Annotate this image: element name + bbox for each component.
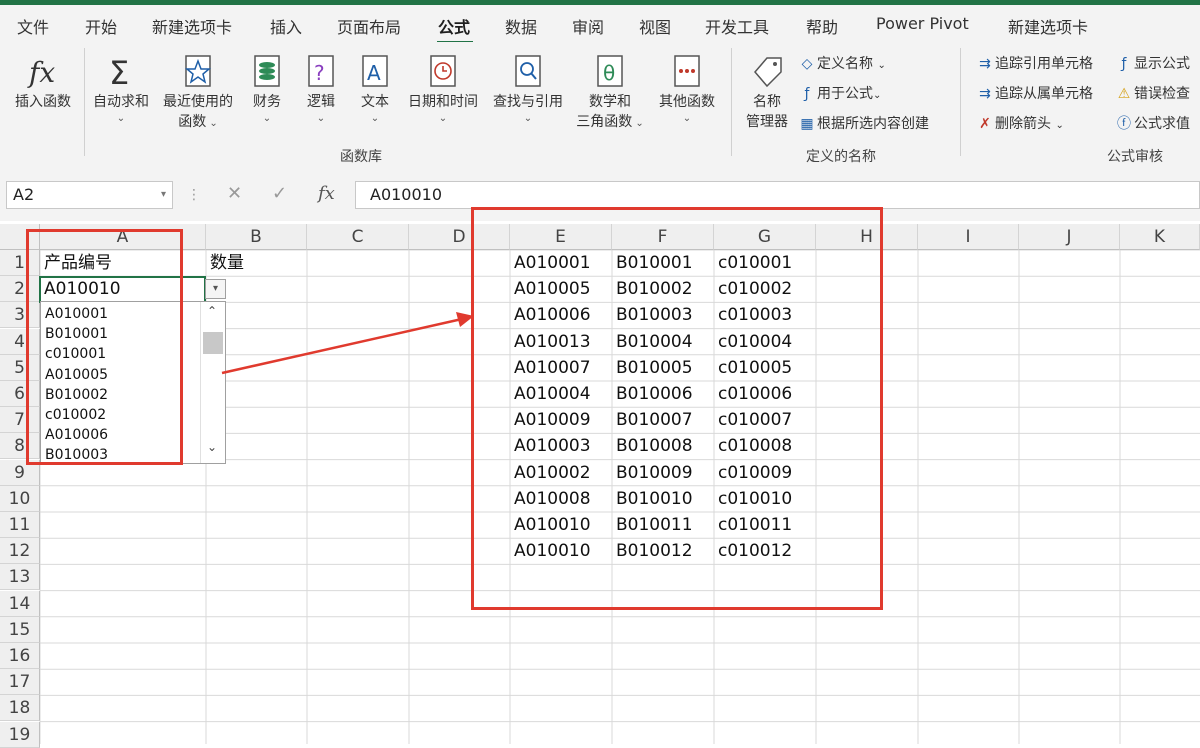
annotation-arrow — [221, 312, 474, 375]
